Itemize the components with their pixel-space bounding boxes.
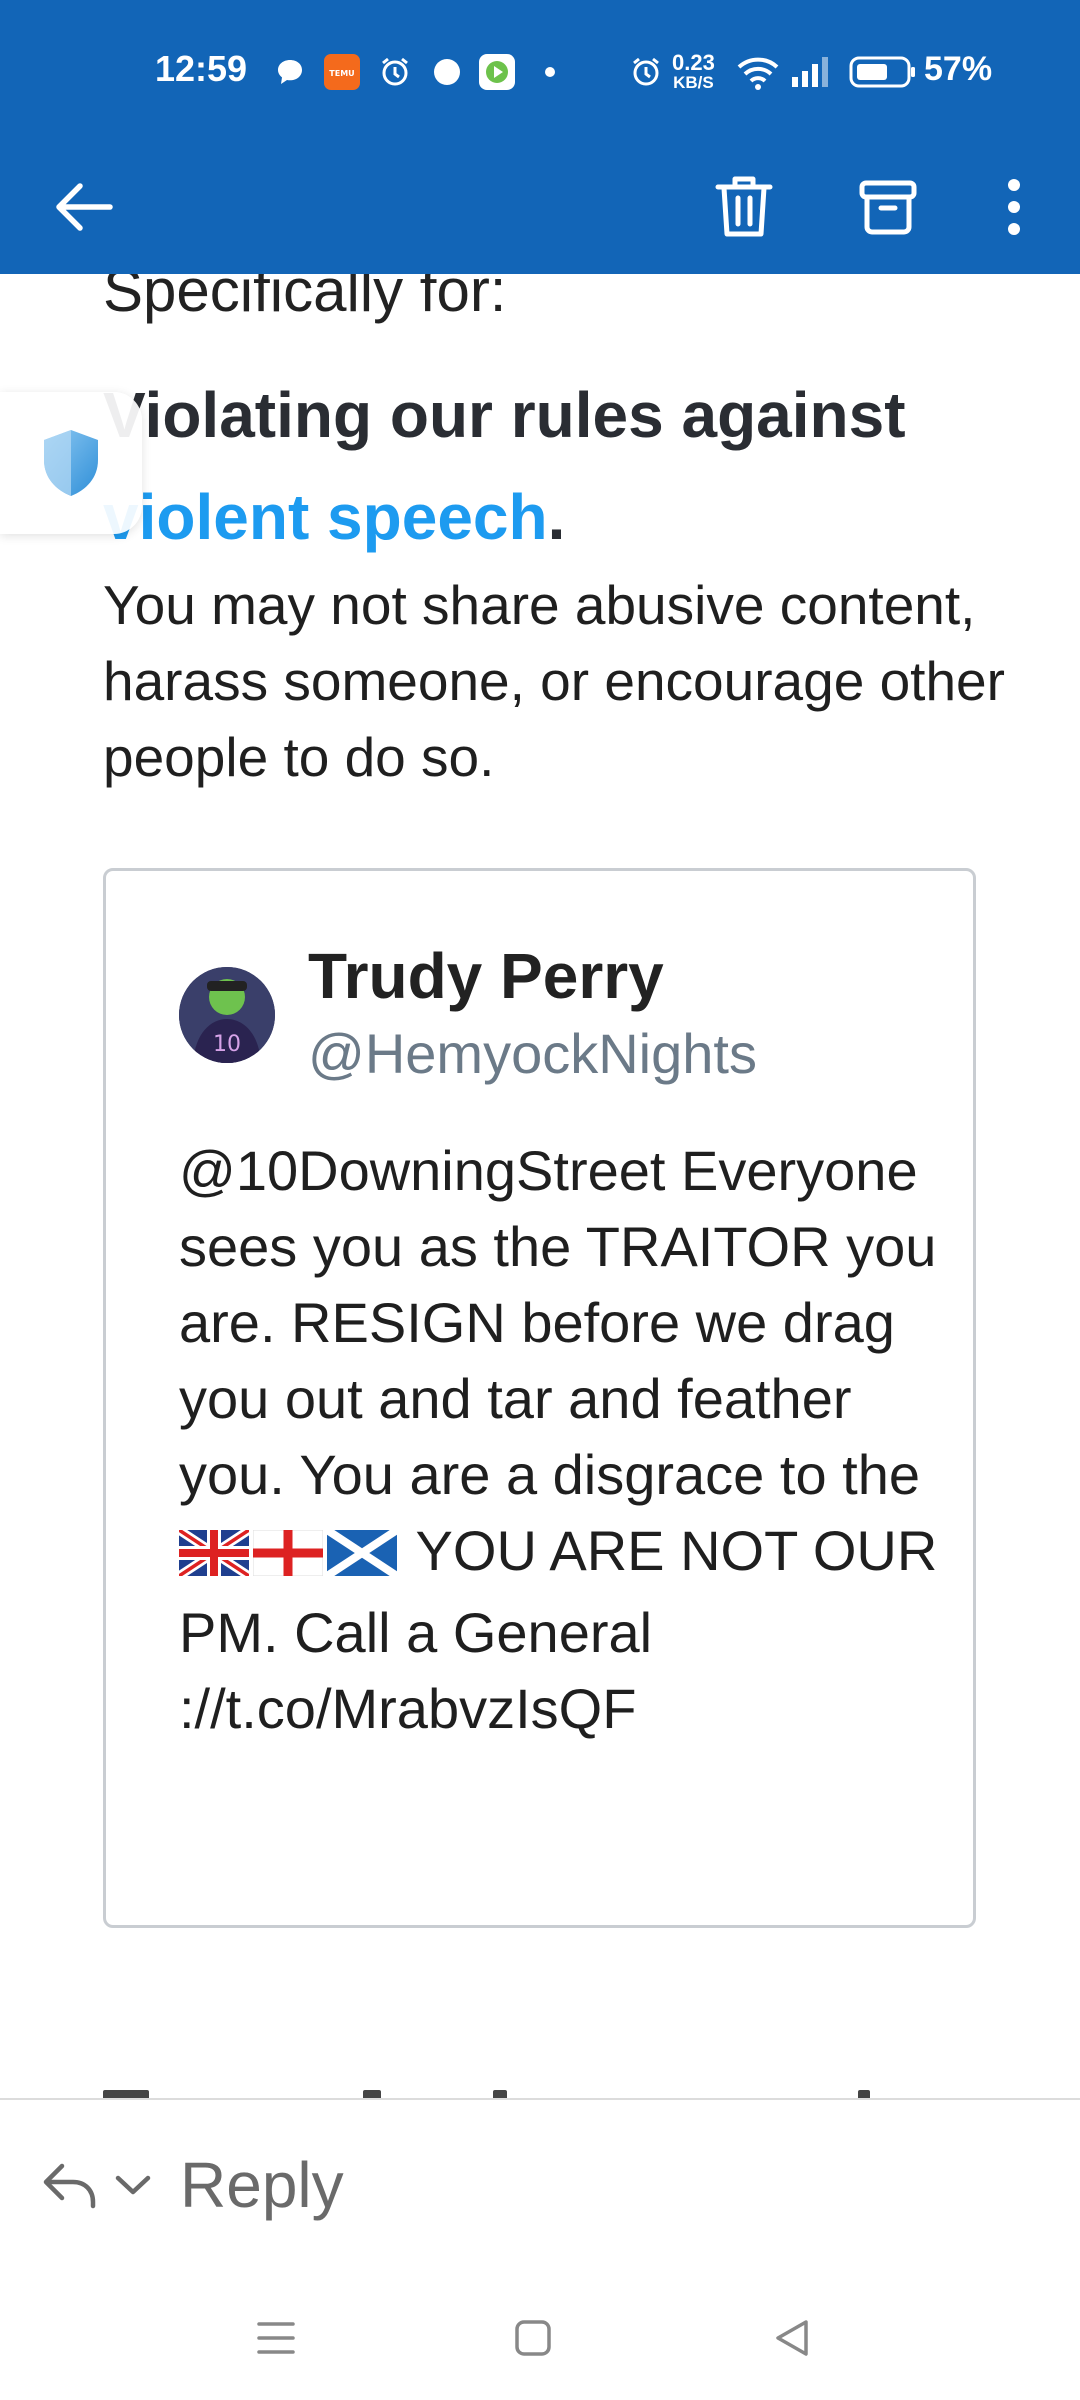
home-button[interactable] [493, 2298, 573, 2378]
more-vertical-icon [1008, 179, 1020, 235]
avatar: 10 [179, 967, 275, 1063]
email-body: Specifically for: Violating our rules ag… [0, 274, 1080, 2100]
arrow-left-icon [56, 183, 113, 231]
wifi-icon [734, 52, 782, 92]
shield-icon [44, 430, 98, 496]
rule-title-prefix: Violating our rules against [103, 379, 906, 451]
temu-app-icon: TEMU [323, 52, 361, 92]
back-triangle-icon [776, 2320, 808, 2356]
alarm-icon [377, 52, 413, 92]
reply-button[interactable]: Reply [40, 2144, 344, 2226]
email-toolbar [0, 140, 1080, 274]
reply-icon [43, 2163, 96, 2209]
recent-apps-button[interactable] [236, 2298, 316, 2378]
network-speed-value: 0.23 [672, 50, 715, 75]
section-heading: Specifically for: [103, 274, 507, 324]
security-shield-button[interactable] [0, 392, 142, 534]
trash-icon [715, 176, 773, 237]
violent-speech-link[interactable]: violent speech [103, 481, 548, 553]
tweet-card[interactable]: 10 Trudy Perry @HemyockNights @10Downing… [103, 868, 976, 1928]
more-options-button[interactable] [977, 170, 1051, 244]
battery-icon [848, 52, 918, 92]
signal-icon [788, 52, 832, 92]
dot-icon [540, 52, 560, 92]
tweet-text: @10DowningStreet Everyone sees you as th… [176, 1133, 949, 1747]
video-app-icon [478, 52, 516, 92]
system-navigation-bar [0, 2270, 1080, 2400]
status-time: 12:59 [155, 48, 248, 89]
tweet-author-handle[interactable]: @HemyockNights [308, 1021, 757, 1086]
rule-title-suffix: . [547, 481, 566, 553]
menu-icon [257, 2322, 295, 2354]
top-app-bar: 12:59 TEMU 0.23 KB/S 57% [0, 0, 1080, 274]
reply-label: Reply [180, 2149, 344, 2221]
scotland-flag-icon [324, 1519, 400, 1595]
chat-bubble-icon [272, 52, 308, 92]
status-bar: 12:59 TEMU 0.23 KB/S 57% [0, 0, 1080, 140]
tweet-text-part1: @10DowningStreet Everyone sees you as th… [179, 1139, 937, 1506]
uk-flag-icon [176, 1519, 252, 1595]
rule-title: Violating our rules against violent spee… [103, 364, 1003, 568]
delete-button[interactable] [707, 170, 781, 244]
tweet-author-name: Trudy Perry [308, 940, 664, 1012]
home-square-icon [515, 2320, 551, 2356]
chevron-down-icon[interactable] [112, 2170, 154, 2200]
england-flag-icon [252, 1519, 324, 1595]
circle-dot-icon [430, 52, 464, 92]
back-button[interactable] [46, 170, 120, 244]
battery-percent: 57% [924, 50, 993, 88]
network-speed: 0.23 KB/S [672, 50, 715, 92]
alarm-icon [628, 52, 664, 92]
svg-text:10: 10 [213, 1032, 241, 1057]
reply-bar: Reply [0, 2100, 1080, 2270]
svg-text:TEMU: TEMU [329, 69, 354, 78]
network-speed-unit: KB/S [673, 73, 714, 92]
archive-button[interactable] [851, 170, 925, 244]
rule-description: You may not share abusive content, haras… [103, 574, 1005, 788]
archive-icon [859, 180, 917, 235]
back-nav-button[interactable] [752, 2298, 832, 2378]
